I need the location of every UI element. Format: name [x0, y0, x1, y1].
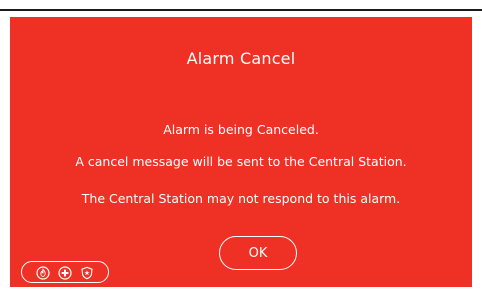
message-line-3: The Central Station may not respond to t…	[81, 191, 401, 206]
police-icon	[80, 265, 94, 280]
alarm-cancel-dialog: Alarm Cancel Alarm is being Canceled. A …	[10, 17, 472, 287]
medical-icon	[58, 265, 72, 280]
message-line-2: A cancel message will be sent to the Cen…	[75, 154, 407, 169]
fire-icon	[36, 265, 50, 280]
emergency-button[interactable]	[21, 261, 109, 283]
message-line-1: Alarm is being Canceled.	[163, 122, 319, 137]
top-divider	[0, 9, 482, 11]
screen: Alarm Cancel Alarm is being Canceled. A …	[0, 0, 482, 297]
dialog-title: Alarm Cancel	[186, 49, 296, 68]
ok-button[interactable]: OK	[219, 236, 297, 270]
